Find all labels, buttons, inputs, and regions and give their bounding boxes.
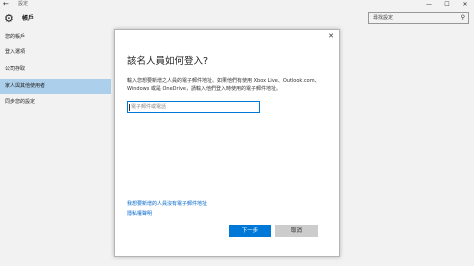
cancel-button[interactable]: 取消: [275, 225, 318, 237]
add-user-dialog: ✕ 該名人員如何登入? 輸入您想要新增之人員的電子郵件地址。如果他們有使用 Xb…: [114, 29, 340, 257]
no-email-link[interactable]: 我想要新增的人員沒有電子郵件地址: [127, 201, 207, 208]
next-button[interactable]: 下一步: [229, 225, 271, 237]
email-field[interactable]: 電子郵件或電話: [127, 101, 260, 113]
dialog-description: 輸入您想要新增之人員的電子郵件地址。如果他們有使用 Xbox Live、Outl…: [127, 78, 320, 92]
privacy-statement-link[interactable]: 隱私權聲明: [127, 211, 152, 218]
text-caret: [129, 104, 130, 111]
close-icon[interactable]: ✕: [328, 32, 334, 41]
email-field-placeholder: 電子郵件或電話: [131, 104, 167, 110]
dialog-title: 該名人員如何登入?: [127, 56, 209, 67]
